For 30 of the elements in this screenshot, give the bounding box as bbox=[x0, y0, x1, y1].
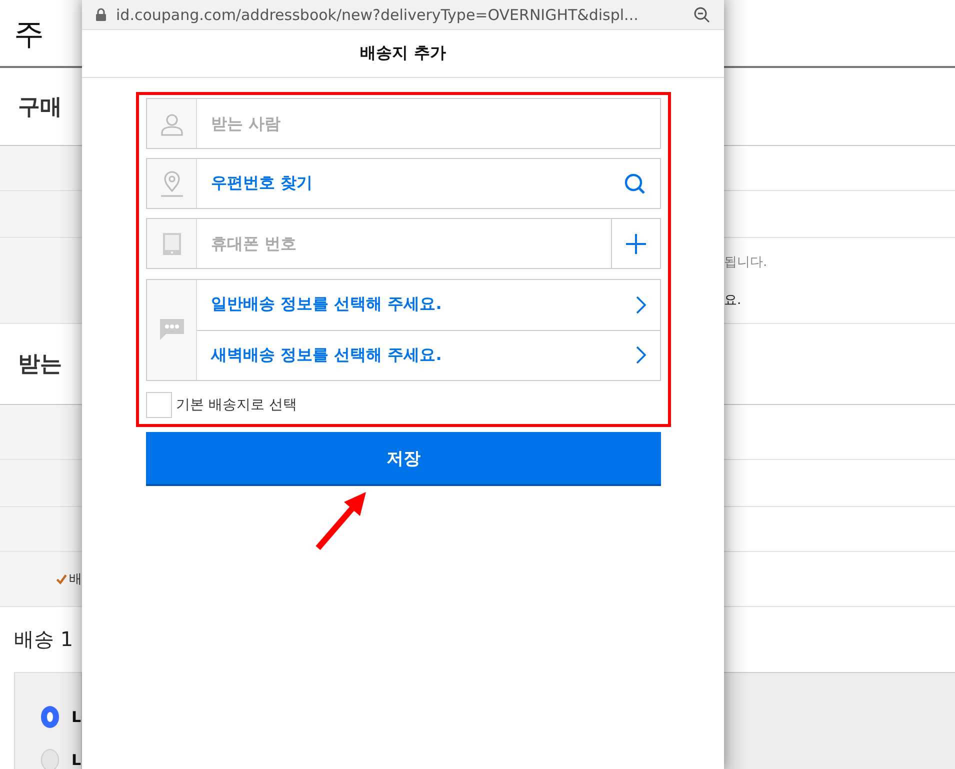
zoom-out-icon[interactable] bbox=[694, 6, 710, 22]
option-label: L bbox=[71, 708, 81, 726]
info-text: 요. bbox=[724, 292, 742, 308]
radio-button[interactable] bbox=[41, 748, 60, 769]
radio-button[interactable] bbox=[41, 706, 60, 728]
check-icon bbox=[56, 574, 67, 584]
location-pin-icon bbox=[160, 170, 184, 196]
checkbox[interactable] bbox=[146, 392, 172, 418]
page-title: 주 bbox=[13, 16, 45, 54]
lock-icon bbox=[96, 8, 106, 21]
chevron-right-icon bbox=[636, 346, 646, 364]
url-text: id.coupang.com/addressbook/new?deliveryType=OVERNIGHT&displ... bbox=[116, 6, 640, 24]
postcode-search-button[interactable]: 우편번호 찾기 bbox=[146, 158, 661, 209]
save-button[interactable]: 저장 bbox=[146, 432, 661, 486]
plus-icon bbox=[626, 234, 646, 254]
notice-text: 배 bbox=[69, 571, 82, 588]
phone-input[interactable]: 휴대폰 번호 bbox=[197, 219, 611, 268]
tablet-icon bbox=[162, 232, 182, 256]
chevron-right-icon bbox=[636, 296, 646, 314]
section-heading: 구매 bbox=[17, 94, 62, 122]
info-text: 됩니다. bbox=[724, 254, 768, 270]
person-icon bbox=[160, 112, 184, 136]
phone-field[interactable]: 휴대폰 번호 bbox=[146, 218, 661, 269]
search-icon bbox=[624, 172, 646, 194]
checkbox-label: 기본 배송지로 선택 bbox=[176, 396, 297, 414]
dialog-title: 배송지 추가 bbox=[360, 43, 446, 64]
section-heading: 받는 bbox=[17, 351, 62, 379]
section-heading: 배송 1 bbox=[14, 626, 74, 653]
option-label: L bbox=[71, 750, 81, 768]
speech-bubble-icon bbox=[158, 318, 184, 342]
